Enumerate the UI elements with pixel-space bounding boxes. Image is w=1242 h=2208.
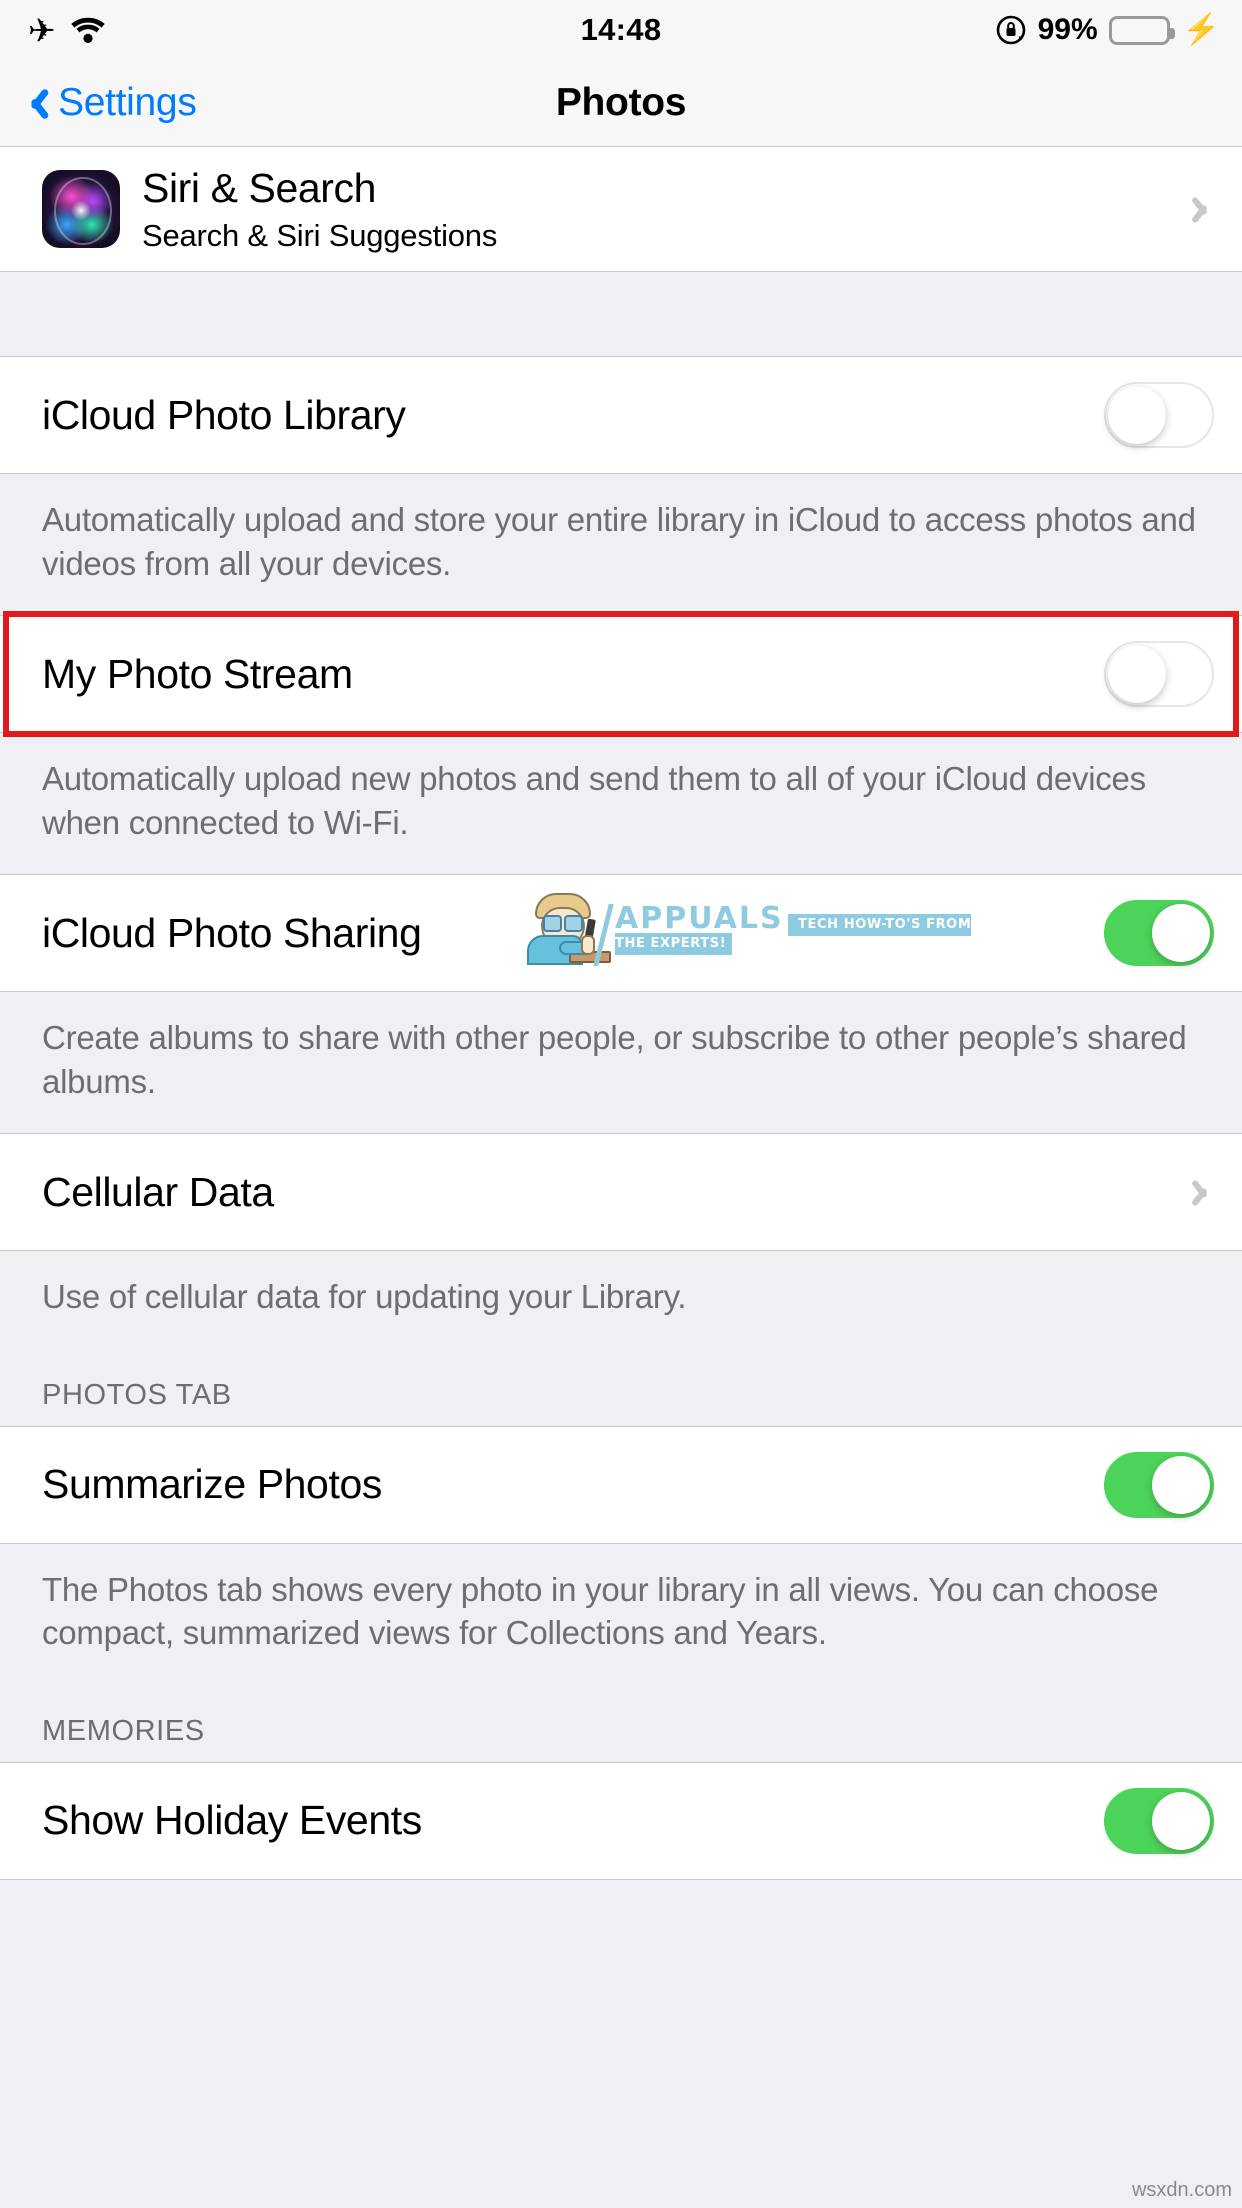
cellular-data-label: Cellular Data (42, 1168, 274, 1215)
siri-title: Siri & Search (142, 164, 377, 211)
group-icloud-photo-sharing: iCloud Photo Sharing APPUALS TECH HOW-TO… (0, 874, 1242, 993)
memories-section-header: MEMORIES (0, 1684, 1242, 1762)
icloud-photo-library-toggle[interactable] (1104, 382, 1214, 448)
status-bar-clock: 14:48 (580, 12, 662, 47)
lightning-bolt-icon: ⚡ (1182, 13, 1220, 46)
summarize-photos-toggle[interactable] (1104, 1451, 1214, 1518)
group-siri: Siri & Search Search & Siri Suggestions (0, 147, 1242, 272)
cellular-data-footer: Use of cellular data for updating your L… (0, 1251, 1242, 1349)
group-memories: Show Holiday Events (0, 1761, 1242, 1880)
photos-tab-footer: The Photos tab shows every photo in your… (0, 1543, 1242, 1685)
group-icloud-photo-library: iCloud Photo Library (0, 356, 1242, 474)
my-photo-stream-toggle[interactable] (1104, 641, 1214, 708)
battery-icon (1108, 15, 1175, 45)
back-button[interactable]: Settings (26, 81, 197, 125)
photos-tab-section-header: PHOTOS TAB (0, 1348, 1242, 1426)
icloud-photo-library-footer: Automatically upload and store your enti… (0, 474, 1242, 616)
icloud-photo-library-label: iCloud Photo Library (42, 391, 406, 438)
row-icloud-photo-sharing[interactable]: iCloud Photo Sharing APPUALS TECH HOW-TO… (0, 875, 1242, 992)
chevron-right-icon (1194, 1175, 1214, 1209)
icloud-photo-sharing-footer: Create albums to share with other people… (0, 992, 1242, 1134)
siri-subtitle: Search & Siri Suggestions (142, 217, 498, 253)
iphone-screen: ✈ 14:48 99% ⚡ Settings Photos Siri & Sea… (0, 0, 1242, 2208)
battery-percentage: 99% (1037, 13, 1098, 46)
my-photo-stream-footer: Automatically upload new photos and send… (0, 733, 1242, 875)
settings-list: Siri & Search Search & Siri Suggestions … (0, 147, 1242, 1880)
icloud-photo-sharing-toggle[interactable] (1104, 900, 1214, 967)
row-show-holiday-events[interactable]: Show Holiday Events (0, 1762, 1242, 1879)
site-watermark: wsxdn.com (1131, 2179, 1232, 2201)
status-bar-left: ✈ (28, 14, 106, 47)
row-icloud-photo-library[interactable]: iCloud Photo Library (0, 357, 1242, 473)
siri-text-column: Siri & Search Search & Siri Suggestions (142, 165, 1182, 254)
row-cellular-data[interactable]: Cellular Data (0, 1134, 1242, 1251)
group-cellular-data: Cellular Data (0, 1133, 1242, 1252)
navigation-bar: Settings Photos (0, 60, 1242, 147)
my-photo-stream-label: My Photo Stream (42, 650, 353, 697)
icloud-photo-sharing-label: iCloud Photo Sharing (42, 909, 422, 956)
chevron-left-icon (26, 83, 48, 123)
siri-app-icon (42, 170, 120, 248)
status-bar-right: 99% ⚡ (995, 0, 1220, 60)
airplane-mode-icon: ✈ (28, 11, 56, 49)
wifi-icon (70, 17, 105, 43)
spacer-after-siri (0, 272, 1242, 356)
group-my-photo-stream: My Photo Stream (0, 615, 1242, 734)
group-photos-tab: Summarize Photos (0, 1425, 1242, 1544)
show-holiday-events-toggle[interactable] (1104, 1787, 1214, 1854)
rotation-lock-icon (996, 15, 1025, 45)
summarize-photos-label: Summarize Photos (42, 1461, 382, 1508)
status-bar: ✈ 14:48 99% ⚡ (0, 0, 1242, 60)
show-holiday-events-label: Show Holiday Events (42, 1797, 422, 1844)
row-siri-and-search[interactable]: Siri & Search Search & Siri Suggestions (0, 147, 1242, 271)
row-summarize-photos[interactable]: Summarize Photos (0, 1426, 1242, 1543)
chevron-right-icon (1194, 192, 1214, 226)
back-button-label: Settings (58, 81, 197, 124)
row-my-photo-stream[interactable]: My Photo Stream (0, 616, 1242, 733)
